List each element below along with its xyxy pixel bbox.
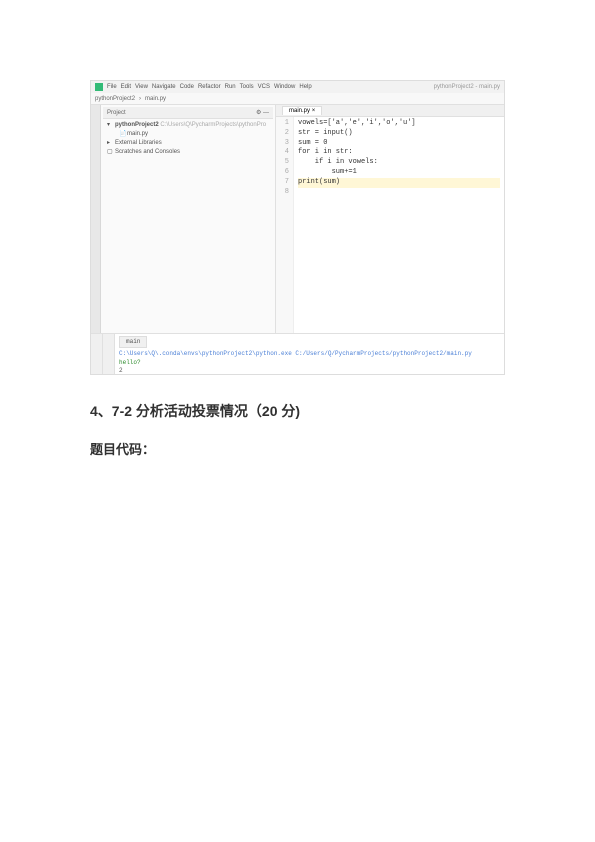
ide-titlebar: File Edit View Navigate Code Refactor Ru…	[91, 81, 504, 93]
code-line: if i in vowels:	[298, 158, 500, 168]
python-file-icon: 📄	[119, 130, 125, 139]
menu-run[interactable]: Run	[225, 84, 236, 90]
sidebar-header: Project ⚙ —	[103, 107, 273, 119]
tool-strip-left	[91, 105, 101, 333]
console-result: 2	[119, 367, 500, 375]
chevron-right-icon: ▸	[107, 139, 113, 148]
menu-tools[interactable]: Tools	[240, 84, 254, 90]
code-line: str = input()	[298, 129, 500, 139]
menu-view[interactable]: View	[135, 84, 148, 90]
question-sub: 题目代码：	[90, 439, 505, 458]
tree-external-libs[interactable]: ▸External Libraries	[107, 139, 269, 148]
tree-file-main[interactable]: 📄main.py	[107, 130, 269, 139]
document-page: File Edit View Navigate Code Refactor Ru…	[0, 0, 595, 458]
menu-code[interactable]: Code	[180, 84, 194, 90]
ide-screenshot: File Edit View Navigate Code Refactor Ru…	[90, 80, 505, 375]
folder-icon: ▾	[107, 121, 113, 130]
menu-edit[interactable]: Edit	[121, 84, 131, 90]
project-tree: ▾pythonProject2 C:\Users\Q\PycharmProjec…	[103, 119, 273, 159]
code-editor[interactable]: 1 2 3 4 5 6 7 8 vowels=['a','e','i','o',…	[276, 117, 504, 333]
run-panel: main C:\Users\Q\.conda\envs\pythonProjec…	[91, 333, 504, 375]
ide-body: Project ⚙ — ▾pythonProject2 C:\Users\Q\P…	[91, 105, 504, 333]
breadcrumb: pythonProject2 › main.py	[91, 93, 504, 105]
app-icon	[95, 83, 103, 91]
gear-icon[interactable]: ⚙ —	[256, 109, 269, 116]
code-line-active: print(sum)	[298, 178, 500, 188]
tab-main[interactable]: main.py ×	[282, 106, 322, 115]
project-sidebar: Project ⚙ — ▾pythonProject2 C:\Users\Q\P…	[101, 105, 276, 333]
console-exec-path: C:\Users\Q\.conda\envs\pythonProject2\py…	[119, 350, 500, 358]
menu-bar: File Edit View Navigate Code Refactor Ru…	[107, 84, 312, 90]
crumb-file[interactable]: main.py	[145, 96, 166, 102]
tree-project-root[interactable]: ▾pythonProject2 C:\Users\Q\PycharmProjec…	[107, 121, 269, 130]
editor-pane: main.py × 1 2 3 4 5 6 7 8 vowe	[276, 105, 504, 333]
menu-navigate[interactable]: Navigate	[152, 84, 176, 90]
close-icon[interactable]: ×	[312, 108, 316, 114]
console-tab[interactable]: main	[119, 336, 147, 348]
crumb-project[interactable]: pythonProject2	[95, 96, 135, 102]
menu-refactor[interactable]: Refactor	[198, 84, 221, 90]
menu-vcs[interactable]: VCS	[258, 84, 270, 90]
run-toolbar	[91, 334, 103, 375]
menu-file[interactable]: File	[107, 84, 117, 90]
console-output[interactable]: main C:\Users\Q\.conda\envs\pythonProjec…	[115, 334, 504, 375]
menu-window[interactable]: Window	[274, 84, 295, 90]
question-heading: 4、7-2 分析活动投票情况（20 分)	[90, 401, 505, 421]
line-gutter: 1 2 3 4 5 6 7 8	[276, 117, 294, 333]
code-lines: vowels=['a','e','i','o','u'] str = input…	[294, 117, 504, 333]
code-line: sum = 0	[298, 139, 500, 149]
chevron-icon: ›	[139, 96, 141, 102]
menu-help[interactable]: Help	[299, 84, 311, 90]
console-input: hello?	[119, 359, 500, 367]
scratch-icon: ▢	[107, 148, 113, 157]
run-toolbar-2	[103, 334, 115, 375]
editor-tabs: main.py ×	[276, 105, 504, 117]
tree-scratches[interactable]: ▢Scratches and Consoles	[107, 148, 269, 157]
code-line: sum+=1	[298, 168, 500, 178]
code-line: for i in str:	[298, 148, 500, 158]
window-title: pythonProject2 - main.py	[434, 84, 500, 90]
code-line: vowels=['a','e','i','o','u']	[298, 119, 500, 129]
